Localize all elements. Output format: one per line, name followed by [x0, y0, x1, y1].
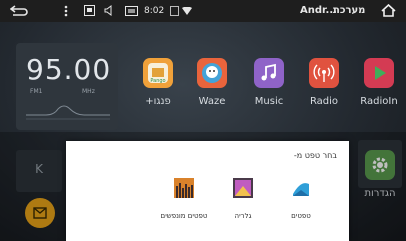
- app-radioin[interactable]: RadioIn: [356, 58, 402, 107]
- app-waze[interactable]: Waze: [189, 58, 235, 107]
- app-label: פנגו+: [145, 96, 171, 107]
- radio-icon: [309, 58, 339, 88]
- gallery-icon: [233, 178, 253, 198]
- home-screen: 8:02 Andr... מערכת 95.00 FM1 MHz K Pango…: [0, 0, 406, 241]
- app-title: Andr...: [300, 5, 337, 16]
- clock: 8:02: [144, 6, 165, 16]
- app-music[interactable]: Music: [246, 58, 292, 107]
- radio-frequency: 95.00: [26, 53, 112, 86]
- app-label: Music: [254, 96, 284, 107]
- wallpaper-icon: [291, 178, 311, 198]
- svg-text:Pango: Pango: [150, 78, 165, 84]
- dialog-title: בחר טפט מ-: [293, 151, 337, 160]
- wifi-icon: [182, 0, 192, 22]
- app-label: RadioIn: [360, 96, 398, 107]
- play-icon: [364, 58, 394, 88]
- wallpaper-picker-dialog: בחר טפט מ- טפטים מונפשים גלריה טפטים: [66, 141, 349, 241]
- pango-icon: Pango: [143, 58, 173, 88]
- app-title-hebrew: מערכת: [333, 5, 366, 16]
- picture-in-picture-icon[interactable]: [84, 0, 95, 22]
- vertical-dots-icon[interactable]: [64, 0, 68, 22]
- music-note-icon: [254, 58, 284, 88]
- radio-unit: MHz: [82, 88, 95, 95]
- live-wallpaper-icon: [174, 178, 194, 198]
- home-icon[interactable]: [381, 0, 396, 22]
- radio-widget[interactable]: 95.00 FM1 MHz: [16, 43, 118, 130]
- radio-band: FM1: [30, 88, 43, 95]
- status-bar: 8:02 Andr... מערכת: [0, 0, 406, 22]
- app-label: Radio: [309, 96, 339, 107]
- screenshot-icon[interactable]: [125, 0, 138, 22]
- app-radio[interactable]: Radio: [301, 58, 347, 107]
- option-wallpapers[interactable]: טפטים: [264, 178, 338, 220]
- waze-icon: [197, 58, 227, 88]
- volume-icon[interactable]: [104, 0, 114, 22]
- option-label: טפטים: [291, 212, 311, 220]
- signal-icon: [170, 0, 179, 22]
- back-arrow-icon[interactable]: [9, 0, 28, 22]
- app-pango[interactable]: Pango פנגו+: [135, 58, 181, 107]
- radio-waveform: [26, 105, 110, 120]
- app-label: Waze: [198, 96, 226, 107]
